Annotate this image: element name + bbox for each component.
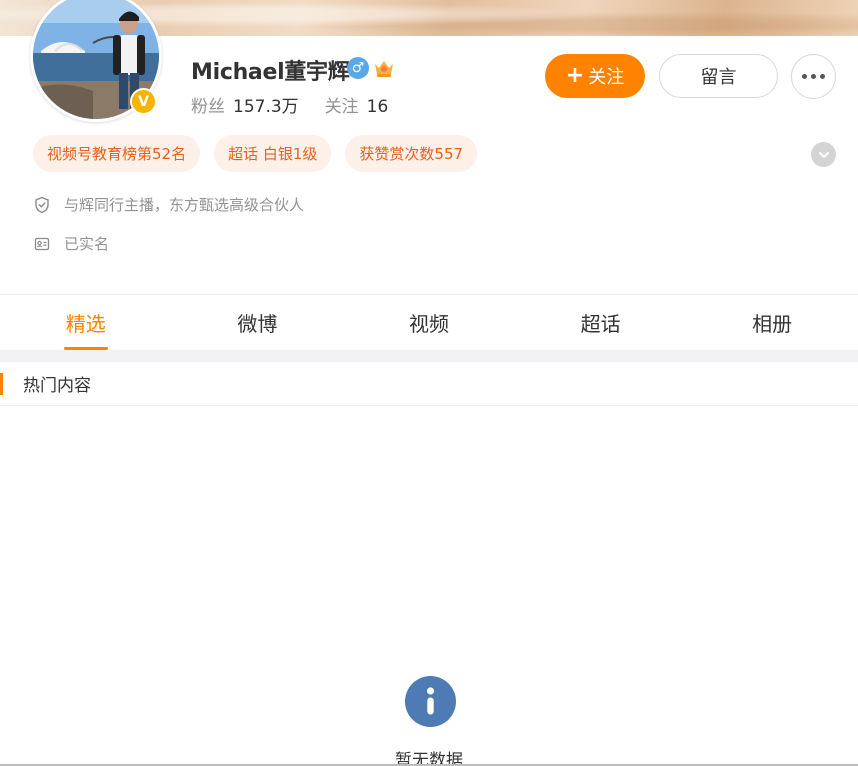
tag-super-topic-level[interactable]: 超话 白银1级 <box>214 135 332 172</box>
info-icon <box>405 676 456 727</box>
bio-row: 与辉同行主播，东方甄选高级合伙人 <box>34 194 304 215</box>
male-gender-icon: ♂ <box>347 57 369 79</box>
more-dot <box>811 74 816 79</box>
tab-weibo[interactable]: 微博 <box>172 295 344 350</box>
more-dot <box>820 74 825 79</box>
tab-album[interactable]: 相册 <box>686 295 858 350</box>
section-divider <box>0 350 858 362</box>
more-button[interactable] <box>791 54 836 99</box>
chevron-down-icon <box>818 151 829 158</box>
follow-button-label: 关注 <box>588 67 625 88</box>
id-card-icon <box>34 237 50 250</box>
shield-icon <box>35 196 49 213</box>
crown-icon[interactable] <box>372 56 396 80</box>
expand-tags-button[interactable] <box>811 142 836 167</box>
real-name-row: 已实名 <box>34 233 109 254</box>
follow-button[interactable]: + 关注 <box>545 54 645 98</box>
message-button[interactable]: 留言 <box>659 54 778 98</box>
section-title: 热门内容 <box>23 376 91 396</box>
profile-tabs: 精选 微博 视频 超话 相册 <box>0 294 858 350</box>
bio-text: 与辉同行主播，东方甄选高级合伙人 <box>64 196 305 214</box>
tag-ranking[interactable]: 视频号教育榜第52名 <box>33 135 201 172</box>
tab-super-topic[interactable]: 超话 <box>515 295 687 350</box>
info-glyph <box>426 687 435 715</box>
verified-badge-icon: V <box>130 88 157 115</box>
user-name: Michael董宇辉 <box>191 60 350 85</box>
profile-tags: 视频号教育榜第52名 超话 白银1级 获赞赏次数557 <box>33 135 478 172</box>
following-stat[interactable]: 关注 16 <box>325 92 389 117</box>
tab-featured[interactable]: 精选 <box>0 295 172 350</box>
real-name-text: 已实名 <box>64 235 110 253</box>
tab-video[interactable]: 视频 <box>343 295 515 350</box>
section-accent-bar <box>0 372 3 395</box>
following-label: 关注 <box>324 97 359 117</box>
following-count: 16 <box>366 97 389 117</box>
followers-stat[interactable]: 粉丝 157.3万 <box>191 92 299 117</box>
more-dots-icon <box>802 74 807 79</box>
followers-count: 157.3万 <box>233 97 299 117</box>
profile-stats: 粉丝 157.3万 关注 16 <box>191 92 388 117</box>
tag-reward-count[interactable]: 获赞赏次数557 <box>345 135 478 172</box>
section-header: 热门内容 <box>0 362 858 406</box>
followers-label: 粉丝 <box>191 97 225 117</box>
empty-state-text: 暂无数据 <box>395 751 463 766</box>
plus-icon: + <box>565 63 585 88</box>
